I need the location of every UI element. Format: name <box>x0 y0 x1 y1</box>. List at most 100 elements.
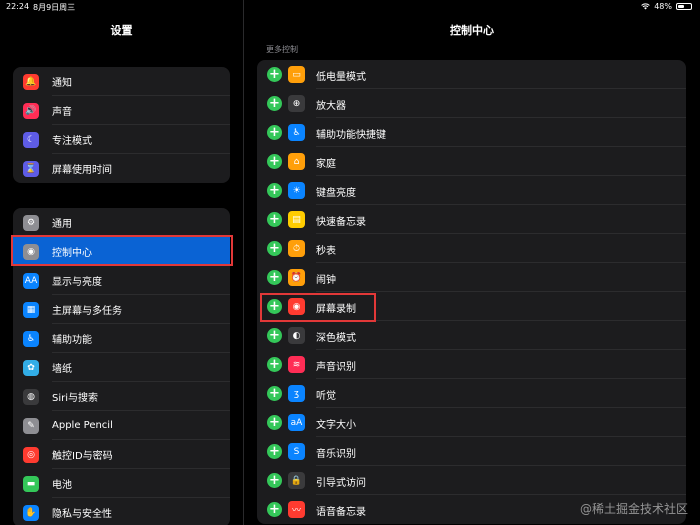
control-item-label: 声音识别 <box>316 362 356 373</box>
sidebar-item-speaker[interactable]: 🔊 声音 <box>13 96 230 125</box>
text-size-icon: AA <box>23 273 39 289</box>
add-control-button[interactable]: + <box>267 67 282 82</box>
sidebar-item-grid[interactable]: ▦ 主屏幕与多任务 <box>13 295 230 324</box>
control-item-note: + ▤ 快速备忘录 <box>257 205 686 234</box>
highlight-box-control-center <box>11 235 233 266</box>
control-item-lock: + 🔒 引导式访问 <box>257 466 686 495</box>
gear-icon: ⚙ <box>23 215 39 231</box>
sidebar-item-hand[interactable]: ✋ 隐私与安全性 <box>13 498 230 525</box>
control-item-label: 音乐识别 <box>316 449 356 460</box>
speaker-icon: 🔊 <box>23 103 39 119</box>
add-control-button[interactable]: + <box>267 96 282 111</box>
control-item-accessibility: + ♿ 辅助功能快捷键 <box>257 118 686 147</box>
flower-icon: ✿ <box>23 360 39 376</box>
sidebar-item-siri[interactable]: ◍ Siri与搜索 <box>13 382 230 411</box>
add-control-button[interactable]: + <box>267 241 282 256</box>
section-label-more-controls: 更多控制 <box>266 45 298 54</box>
control-item-sound-recognition: + ≋ 声音识别 <box>257 350 686 379</box>
status-date: 8月9日周三 <box>33 3 76 12</box>
control-item-dark-mode: + ◐ 深色模式 <box>257 321 686 350</box>
add-control-button[interactable]: + <box>267 270 282 285</box>
highlight-box-screen-recording <box>260 293 376 322</box>
add-control-button[interactable]: + <box>267 183 282 198</box>
status-bar: 22:24 8月9日周三 48% <box>0 0 700 14</box>
control-item-label: 语音备忘录 <box>316 507 366 518</box>
sidebar-item-label: 辅助功能 <box>52 335 92 346</box>
sidebar-item-flower[interactable]: ✿ 墙纸 <box>13 353 230 382</box>
sidebar-item-label: 通用 <box>52 219 72 230</box>
control-item-label: 快速备忘录 <box>316 217 366 228</box>
control-item-label: 秒表 <box>316 246 336 257</box>
sidebar-item-accessibility[interactable]: ♿ 辅助功能 <box>13 324 230 353</box>
control-item-battery-low: + ▭ 低电量模式 <box>257 60 686 89</box>
alarm-icon: ⏰ <box>288 269 305 286</box>
control-item-label: 文字大小 <box>316 420 356 431</box>
add-control-button[interactable]: + <box>267 328 282 343</box>
add-control-button[interactable]: + <box>267 386 282 401</box>
add-control-button[interactable]: + <box>267 125 282 140</box>
control-item-home: + ⌂ 家庭 <box>257 147 686 176</box>
add-control-button[interactable]: + <box>267 154 282 169</box>
battery-low-icon: ▭ <box>288 66 305 83</box>
more-controls-list: + ▭ 低电量模式 + ⊕ 放大器 + ♿ 辅助功能快捷键 + ⌂ 家庭 + ☀ 键盘亮度 + ▤ 快速备忘录 + ⏱… <box>257 60 686 524</box>
sidebar-item-moon[interactable]: ☾ 专注模式 <box>13 125 230 154</box>
settings-group-1: 🔔 通知 🔊 声音 ☾ 专注模式 ⌛ 屏幕使用时间 <box>13 67 230 183</box>
sidebar-item-label: 显示与亮度 <box>52 277 102 288</box>
lock-icon: 🔒 <box>288 472 305 489</box>
accessibility-icon: ♿ <box>288 124 305 141</box>
battery-icon: ▬ <box>23 476 39 492</box>
sidebar-item-hourglass[interactable]: ⌛ 屏幕使用时间 <box>13 154 230 183</box>
control-center-pane: 控制中心 更多控制 + ▭ 低电量模式 + ⊕ 放大器 + ♿ 辅助功能快捷键 + ⌂ 家庭 + ☀ 键盘亮… <box>244 0 700 525</box>
control-item-label: 家庭 <box>316 159 336 170</box>
sidebar-item-fingerprint[interactable]: ◎ 触控ID与密码 <box>13 440 230 469</box>
add-control-button[interactable]: + <box>267 415 282 430</box>
control-item-stopwatch: + ⏱ 秒表 <box>257 234 686 263</box>
add-control-button[interactable]: + <box>267 212 282 227</box>
sidebar-item-label: 隐私与安全性 <box>52 509 112 520</box>
home-icon: ⌂ <box>288 153 305 170</box>
sidebar-item-label: 通知 <box>52 78 72 89</box>
control-item-keyboard-brightness: + ☀ 键盘亮度 <box>257 176 686 205</box>
sidebar-item-battery[interactable]: ▬ 电池 <box>13 469 230 498</box>
sidebar-item-label: 声音 <box>52 107 72 118</box>
control-item-alarm: + ⏰ 闹钟 <box>257 263 686 292</box>
battery-icon <box>676 3 692 10</box>
accessibility-icon: ♿ <box>23 331 39 347</box>
battery-percent: 48% <box>654 2 672 11</box>
sidebar-item-label: 专注模式 <box>52 136 92 147</box>
dark-mode-icon: ◐ <box>288 327 305 344</box>
add-control-button[interactable]: + <box>267 502 282 517</box>
sidebar-item-label: 墙纸 <box>52 364 72 375</box>
control-item-label: 深色模式 <box>316 333 356 344</box>
add-control-button[interactable]: + <box>267 444 282 459</box>
magnifier-icon: ⊕ <box>288 95 305 112</box>
fingerprint-icon: ◎ <box>23 447 39 463</box>
control-item-label: 辅助功能快捷键 <box>316 130 386 141</box>
voice-memo-icon: 〰 <box>288 501 305 518</box>
sidebar-item-label: 屏幕使用时间 <box>52 165 112 176</box>
hand-icon: ✋ <box>23 505 39 521</box>
sidebar-item-label: 主屏幕与多任务 <box>52 306 122 317</box>
status-time: 22:24 <box>6 2 30 11</box>
sidebar-title: 设置 <box>110 24 133 37</box>
add-control-button[interactable]: + <box>267 473 282 488</box>
sound-recognition-icon: ≋ <box>288 356 305 373</box>
sidebar-item-pencil[interactable]: ✎ Apple Pencil <box>13 411 230 440</box>
control-item-label: 键盘亮度 <box>316 188 356 199</box>
add-control-button[interactable]: + <box>267 357 282 372</box>
sidebar-item-gear[interactable]: ⚙ 通用 <box>13 208 230 237</box>
sidebar-item-label: 触控ID与密码 <box>52 451 113 462</box>
control-item-label: 听觉 <box>316 391 336 402</box>
sidebar-item-text-size[interactable]: AA 显示与亮度 <box>13 266 230 295</box>
shazam-icon: S <box>288 443 305 460</box>
wifi-icon <box>641 3 650 10</box>
sidebar-item-bell[interactable]: 🔔 通知 <box>13 67 230 96</box>
sidebar-item-label: 电池 <box>52 480 72 491</box>
moon-icon: ☾ <box>23 132 39 148</box>
bell-icon: 🔔 <box>23 74 39 90</box>
control-item-label: 放大器 <box>316 101 346 112</box>
control-item-text-size: + aA 文字大小 <box>257 408 686 437</box>
page-title: 控制中心 <box>450 24 494 37</box>
stopwatch-icon: ⏱ <box>288 240 305 257</box>
keyboard-brightness-icon: ☀ <box>288 182 305 199</box>
